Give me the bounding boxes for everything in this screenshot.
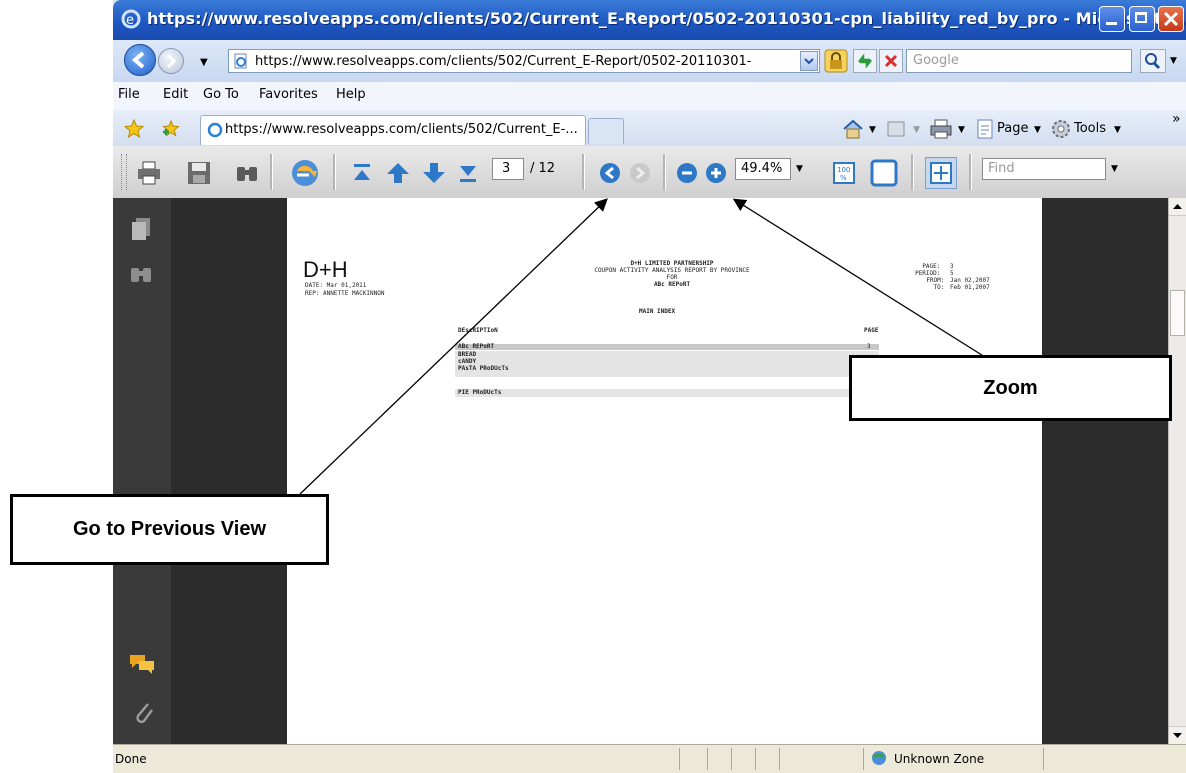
zoom-arrow xyxy=(732,198,986,358)
callout-zoom: Zoom xyxy=(849,355,1172,421)
prev-view-arrow xyxy=(299,198,608,495)
callout-previous-view: Go to Previous View xyxy=(10,494,329,565)
